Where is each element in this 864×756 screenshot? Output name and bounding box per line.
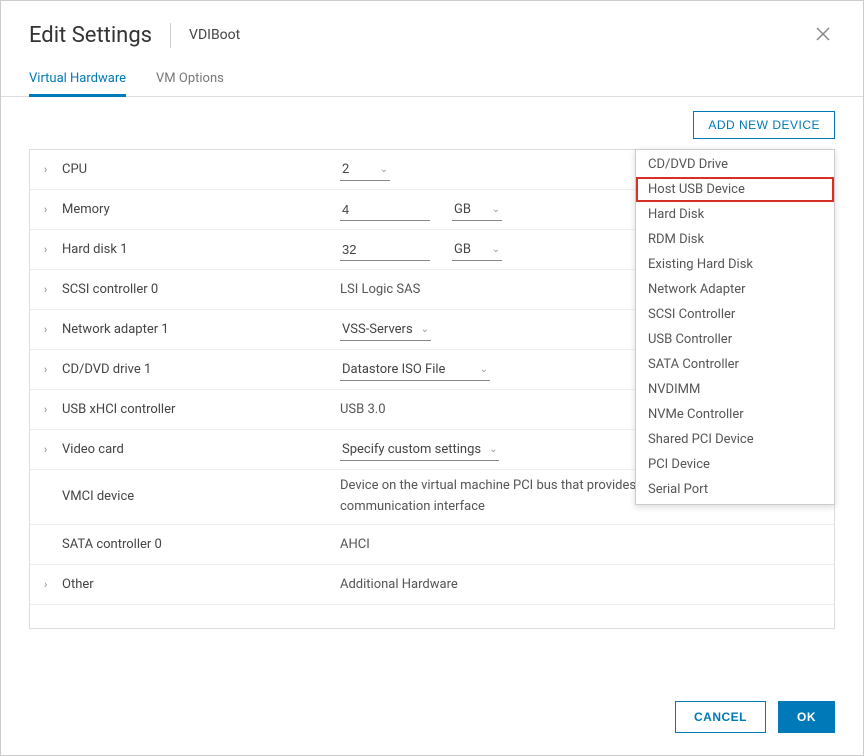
memory-input[interactable]: [340, 199, 430, 221]
dialog-header: Edit Settings VDIBoot: [1, 1, 863, 59]
dropdown-item-hard-disk[interactable]: Hard Disk: [636, 202, 834, 227]
dropdown-item-usb-controller[interactable]: USB Controller: [636, 327, 834, 352]
value-text: AHCI: [340, 537, 370, 552]
disk-unit-select[interactable]: GB ⌄: [452, 239, 502, 261]
row-value: AHCI: [340, 537, 834, 552]
chevron-right-icon: ›: [44, 283, 56, 296]
chevron-down-icon: ⌄: [492, 204, 500, 215]
row-label[interactable]: › CD/DVD drive 1: [30, 362, 340, 377]
row-label[interactable]: › Video card: [30, 442, 340, 457]
dropdown-item-host-usb-device[interactable]: Host USB Device: [636, 177, 834, 202]
dropdown-item-scsi-controller[interactable]: SCSI Controller: [636, 302, 834, 327]
chevron-right-icon: ›: [44, 443, 56, 456]
dropdown-item-existing-hard-disk[interactable]: Existing Hard Disk: [636, 252, 834, 277]
label-text: CPU: [62, 162, 87, 177]
dialog-footer: CANCEL OK: [1, 679, 863, 755]
add-new-device-button[interactable]: ADD NEW DEVICE: [693, 111, 835, 139]
chevron-right-icon: ›: [44, 403, 56, 416]
tab-virtual-hardware[interactable]: Virtual Hardware: [29, 63, 126, 97]
dropdown-item-cd-dvd-drive[interactable]: CD/DVD Drive: [636, 152, 834, 177]
select-value: Specify custom settings: [342, 442, 481, 457]
label-text: Other: [62, 577, 94, 592]
select-value: 2: [342, 162, 349, 177]
cancel-button[interactable]: CANCEL: [675, 701, 766, 733]
row-label[interactable]: › CPU: [30, 162, 340, 177]
label-text: USB xHCI controller: [62, 402, 175, 417]
row-other: › Other Additional Hardware: [30, 565, 834, 605]
row-label[interactable]: › Memory: [30, 202, 340, 217]
chevron-right-icon: ›: [44, 243, 56, 256]
label-text: Network adapter 1: [62, 322, 169, 337]
chevron-right-icon: ›: [44, 363, 56, 376]
dropdown-item-network-adapter[interactable]: Network Adapter: [636, 277, 834, 302]
row-label[interactable]: › USB xHCI controller: [30, 402, 340, 417]
toolbar: ADD NEW DEVICE CD/DVD Drive Host USB Dev…: [1, 97, 863, 149]
network-select[interactable]: VSS-Servers ⌄: [340, 319, 431, 341]
select-value: VSS-Servers: [342, 322, 413, 337]
dropdown-item-rdm-disk[interactable]: RDM Disk: [636, 227, 834, 252]
value-text: LSI Logic SAS: [340, 282, 420, 297]
dialog-title: Edit Settings: [29, 23, 171, 48]
row-label[interactable]: › Hard disk 1: [30, 242, 340, 257]
video-select[interactable]: Specify custom settings ⌄: [340, 439, 499, 461]
dropdown-item-shared-pci-device[interactable]: Shared PCI Device: [636, 427, 834, 452]
chevron-down-icon: ⌄: [380, 164, 388, 175]
row-label: › VMCI device: [30, 489, 340, 504]
table-footer-spacer: [30, 605, 834, 629]
chevron-right-icon: ›: [44, 203, 56, 216]
label-text: Hard disk 1: [62, 242, 128, 257]
dropdown-item-nvme-controller[interactable]: NVMe Controller: [636, 402, 834, 427]
ok-button[interactable]: OK: [778, 701, 835, 733]
label-text: SCSI controller 0: [62, 282, 158, 297]
label-text: Memory: [62, 202, 110, 217]
row-label[interactable]: › SCSI controller 0: [30, 282, 340, 297]
tabs: Virtual Hardware VM Options: [1, 63, 863, 97]
dropdown-item-pci-device[interactable]: PCI Device: [636, 452, 834, 477]
row-label[interactable]: › Other: [30, 577, 340, 592]
chevron-right-icon: ›: [44, 163, 56, 176]
memory-unit-select[interactable]: GB ⌄: [452, 199, 502, 221]
tab-vm-options[interactable]: VM Options: [156, 63, 224, 97]
value-text: Additional Hardware: [340, 577, 458, 592]
select-value: GB: [454, 202, 471, 217]
row-label[interactable]: › Network adapter 1: [30, 322, 340, 337]
label-text: CD/DVD drive 1: [62, 362, 151, 377]
row-value: Additional Hardware: [340, 577, 834, 592]
add-device-dropdown: CD/DVD Drive Host USB Device Hard Disk R…: [635, 149, 835, 505]
value-text: USB 3.0: [340, 402, 386, 417]
select-value: Datastore ISO File: [342, 362, 445, 377]
label-text: Video card: [62, 442, 124, 457]
chevron-right-icon: ›: [44, 323, 56, 336]
chevron-down-icon: ⌄: [421, 324, 429, 335]
cpu-select[interactable]: 2 ⌄: [340, 159, 390, 181]
cddvd-select[interactable]: Datastore ISO File ⌄: [340, 359, 490, 381]
row-label: › SATA controller 0: [30, 537, 340, 552]
dropdown-item-nvdimm[interactable]: NVDIMM: [636, 377, 834, 402]
chevron-down-icon: ⌄: [489, 444, 497, 455]
chevron-right-icon: ›: [44, 578, 56, 591]
disk-size-input[interactable]: [340, 239, 430, 261]
dropdown-item-serial-port[interactable]: Serial Port: [636, 477, 834, 502]
chevron-down-icon: ⌄: [480, 364, 488, 375]
dropdown-item-sata-controller[interactable]: SATA Controller: [636, 352, 834, 377]
select-value: GB: [454, 242, 471, 257]
row-sata: › SATA controller 0 AHCI: [30, 525, 834, 565]
chevron-down-icon: ⌄: [492, 244, 500, 255]
label-text: VMCI device: [62, 489, 134, 504]
close-icon[interactable]: [811, 21, 835, 49]
label-text: SATA controller 0: [62, 537, 162, 552]
dialog-subtitle: VDIBoot: [171, 27, 240, 43]
